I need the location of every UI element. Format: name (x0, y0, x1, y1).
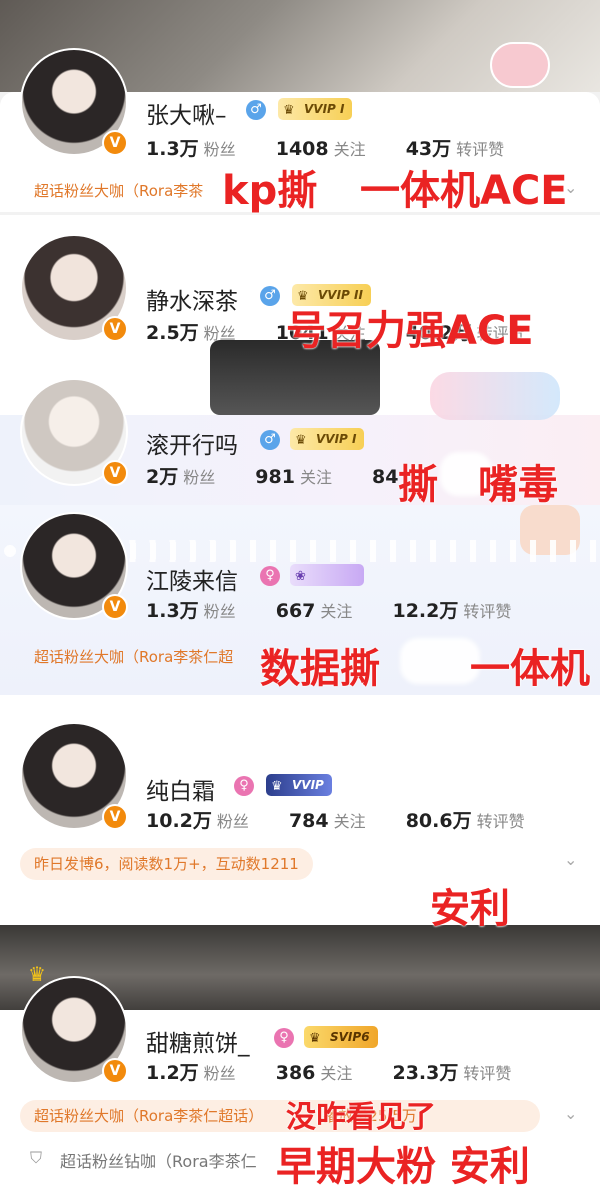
vip-badge: ♛ SVIP6 (304, 1026, 378, 1048)
user-name[interactable]: 滚开行吗 (146, 426, 238, 460)
annotation: 安利 (430, 886, 510, 932)
gender-female-icon: ♀ (260, 566, 280, 586)
annotation: 没咋看见了 (286, 1100, 436, 1135)
fan-title: 超话粉丝大咖（Rora李茶仁超 (34, 648, 234, 666)
chevron-down-icon[interactable]: ⌄ (564, 850, 577, 869)
user-stats: 1.3万 粉丝 1408 关注 43万 转评赞 (146, 138, 505, 160)
verified-badge-icon: V (102, 316, 128, 342)
user-stats: 1.2万 粉丝 386 关注 23.3万 转评赞 (146, 1062, 512, 1084)
annotation: 数据撕 (260, 646, 380, 692)
annotation: 撕 (398, 462, 438, 508)
vip-badge: ❀ (290, 564, 364, 586)
fan-title-secondary: 超话粉丝钻咖（Rora李茶仁 (60, 1152, 257, 1171)
user-name[interactable]: 张大啾– (146, 96, 227, 130)
crown-icon: ♛ (271, 779, 283, 794)
annotation: 早期大粉 安利 (276, 1144, 530, 1185)
verified-badge-icon: V (102, 594, 128, 620)
user-name[interactable]: 甜糖煎饼_ (146, 1024, 250, 1058)
gender-male-icon: ♂ (246, 100, 266, 120)
crown-icon: ♛ (283, 103, 295, 118)
redaction-blur (400, 638, 480, 684)
verified-badge-icon: V (102, 1058, 128, 1084)
user-stats: 2万 粉丝 981 关注 84 (146, 466, 399, 488)
gender-male-icon: ♂ (260, 430, 280, 450)
gender-male-icon: ♂ (260, 286, 280, 306)
gender-female-icon: ♀ (234, 776, 254, 796)
bunny-icon: ❀ (295, 569, 306, 584)
annotation: kp撕 (222, 168, 318, 214)
annotation: 一体机 (470, 646, 590, 692)
user-name[interactable]: 江陵来信 (146, 562, 238, 596)
shield-icon: ⛉ (30, 1148, 43, 1167)
verified-badge-icon: V (102, 804, 128, 830)
crown-icon: ♛ (309, 1031, 321, 1046)
vip-badge: ♛ VVIP I (290, 428, 365, 450)
verified-badge-icon: V (102, 460, 128, 486)
user-name[interactable]: 静水深茶 (146, 282, 238, 316)
vip-badge: ♛ VVIP (266, 774, 332, 796)
annotation: 嘴毒 (478, 462, 558, 508)
fan-title-pill[interactable]: 超话粉丝大咖（Rora李茶仁超话） 播放量25.5万 (20, 1100, 540, 1132)
activity-pill[interactable]: 昨日发博6，阅读数1万+，互动数1211 (20, 848, 313, 880)
user-stats: 10.2万 粉丝 784 关注 80.6万 转评赞 (146, 810, 525, 832)
user-stats: 1.3万 粉丝 667 关注 12.2万 转评赞 (146, 600, 512, 622)
verified-badge-icon: V (102, 130, 128, 156)
annotation: 一体机ACE (360, 168, 568, 214)
annotation: 号召力强ACE (286, 308, 534, 354)
pink-sticker (490, 42, 550, 88)
fan-title: 超话粉丝大咖（Rora李茶 (34, 182, 204, 200)
vip-badge: ♛ VVIP I (278, 98, 353, 120)
crown-icon: ♛ (295, 433, 307, 448)
user-name[interactable]: 纯白霜 (146, 772, 215, 806)
cat-sticker (430, 372, 560, 420)
chevron-down-icon[interactable]: ⌄ (564, 1104, 577, 1123)
gender-female-icon: ♀ (274, 1028, 294, 1048)
